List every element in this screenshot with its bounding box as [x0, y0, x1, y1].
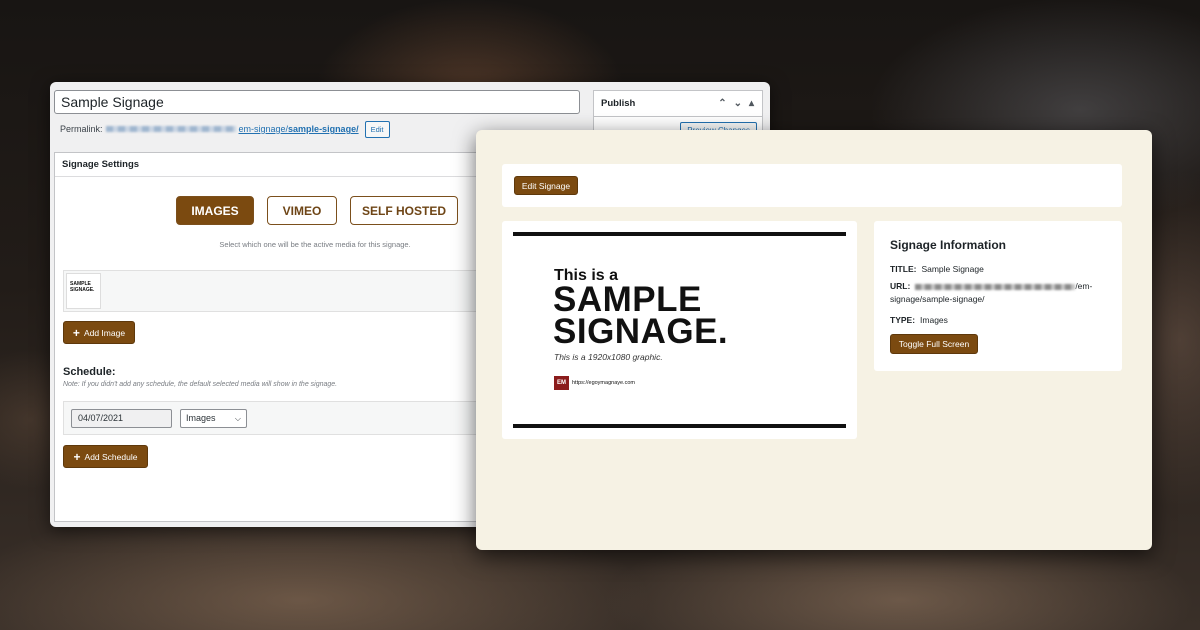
info-url-suffix: /em- — [1075, 281, 1093, 291]
signage-url-text: https://egoymagnaye.com — [572, 380, 635, 386]
edit-permalink-button[interactable]: Edit — [364, 120, 390, 138]
permalink-path: em-signage/ — [238, 124, 289, 134]
signage-bottom-rule — [513, 424, 846, 428]
chevron-down-icon[interactable]: ⌄ — [734, 98, 742, 109]
signage-toolbar-card: Edit Signage — [502, 164, 1122, 207]
edit-signage-button[interactable]: Edit Signage — [514, 176, 578, 195]
self-hosted-media-button[interactable]: SELF HOSTED — [350, 196, 458, 225]
signage-caption: This is a 1920x1080 graphic. — [554, 352, 663, 362]
info-url-blurred-domain — [915, 283, 1076, 290]
info-title-key: TITLE: — [890, 264, 917, 274]
schedule-media-value: Images — [186, 413, 216, 423]
add-schedule-label: Add Schedule — [84, 451, 138, 462]
plus-icon: + — [72, 325, 80, 340]
add-image-button[interactable]: + Add Image — [63, 321, 135, 344]
info-title-value: Sample Signage — [921, 264, 984, 274]
add-image-label: Add Image — [83, 327, 126, 338]
info-url-key: URL: — [890, 281, 911, 291]
publish-title: Publish — [601, 98, 636, 109]
info-url-row: URL: /em- signage/sample-signage/ — [890, 280, 1092, 306]
schedule-media-select[interactable]: Images ⌵ — [180, 409, 247, 428]
permalink-label: Permalink: — [60, 124, 103, 134]
schedule-date-input[interactable]: 04/07/2021 — [71, 409, 172, 428]
toggle-full-screen-button[interactable]: Toggle Full Screen — [890, 334, 978, 354]
info-type-row: TYPE: Images — [890, 314, 948, 327]
info-type-key: TYPE: — [890, 315, 916, 325]
brand-logo-icon: EM — [554, 376, 569, 390]
collapse-triangle-icon[interactable]: ▴ — [749, 98, 754, 109]
publish-controls: ⌃ ⌄ ▴ — [718, 98, 762, 109]
signage-preview-card: This is a SAMPLE SIGNAGE. This is a 1920… — [502, 221, 857, 439]
plus-icon: + — [73, 449, 81, 464]
permalink-row: Permalink: em-signage/sample-signage/ Ed… — [60, 120, 390, 138]
vimeo-media-button[interactable]: VIMEO — [267, 196, 337, 225]
signage-info-title: Signage Information — [890, 238, 1007, 252]
info-title-row: TITLE: Sample Signage — [890, 263, 984, 276]
chevron-down-icon: ⌵ — [234, 414, 241, 423]
schedule-note: Note: If you didn't add any schedule, th… — [63, 381, 338, 388]
info-type-value: Images — [920, 315, 948, 325]
signage-frontend-window: Edit Signage This is a SAMPLE SIGNAGE. T… — [476, 130, 1152, 550]
images-media-button[interactable]: IMAGES — [176, 196, 254, 225]
schedule-heading: Schedule: — [63, 366, 116, 378]
signage-image-thumbnail[interactable]: SAMPLE SIGNAGE. — [66, 273, 101, 309]
publish-header: Publish ⌃ ⌄ ▴ — [594, 91, 762, 117]
media-type-buttons: IMAGES VIMEO SELF HOSTED — [176, 196, 458, 225]
chevron-up-icon[interactable]: ⌃ — [718, 98, 726, 109]
permalink-link[interactable]: em-signage/sample-signage/ — [239, 124, 359, 134]
signage-headline-line2: SIGNAGE. — [553, 312, 729, 351]
add-schedule-button[interactable]: + Add Schedule — [63, 445, 148, 468]
permalink-slug: sample-signage/ — [288, 124, 359, 134]
signage-headline: SAMPLE SIGNAGE. — [553, 282, 729, 351]
signage-info-card: Signage Information TITLE: Sample Signage… — [874, 221, 1122, 371]
info-url-line2: signage/sample-signage/ — [890, 294, 985, 304]
signage-top-rule — [513, 232, 846, 236]
permalink-blurred-domain — [105, 126, 236, 132]
post-title-input[interactable]: Sample Signage — [54, 90, 580, 114]
